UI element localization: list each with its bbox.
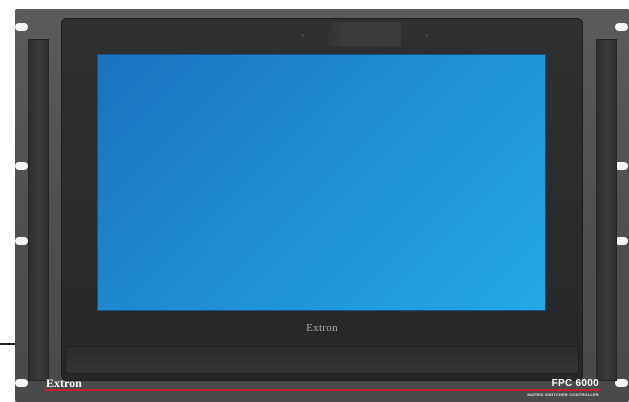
mounting-slot bbox=[615, 23, 628, 31]
touchscreen-display[interactable] bbox=[97, 54, 546, 311]
camera-icon bbox=[301, 34, 304, 37]
mounting-slot bbox=[15, 23, 28, 31]
sensor-icon bbox=[425, 34, 428, 37]
right-rack-rail bbox=[596, 39, 617, 381]
model-name: FPC 6000 bbox=[551, 378, 599, 389]
mounting-slot bbox=[15, 379, 28, 387]
mounting-slot bbox=[15, 162, 28, 170]
rack-chassis: Extron Extron FPC 6000 MATRIX SWITCHER C… bbox=[15, 9, 629, 402]
bezel-sensor-strip bbox=[321, 22, 401, 46]
left-rack-rail bbox=[28, 39, 49, 381]
bezel-brand-logo: Extron bbox=[306, 322, 338, 334]
model-subtitle: MATRIX SWITCHER CONTROLLER bbox=[527, 392, 599, 397]
mounting-slot bbox=[15, 237, 28, 245]
touchscreen-bezel: Extron bbox=[61, 18, 583, 381]
bottom-button-panel bbox=[65, 346, 579, 374]
accent-line bbox=[45, 389, 601, 391]
